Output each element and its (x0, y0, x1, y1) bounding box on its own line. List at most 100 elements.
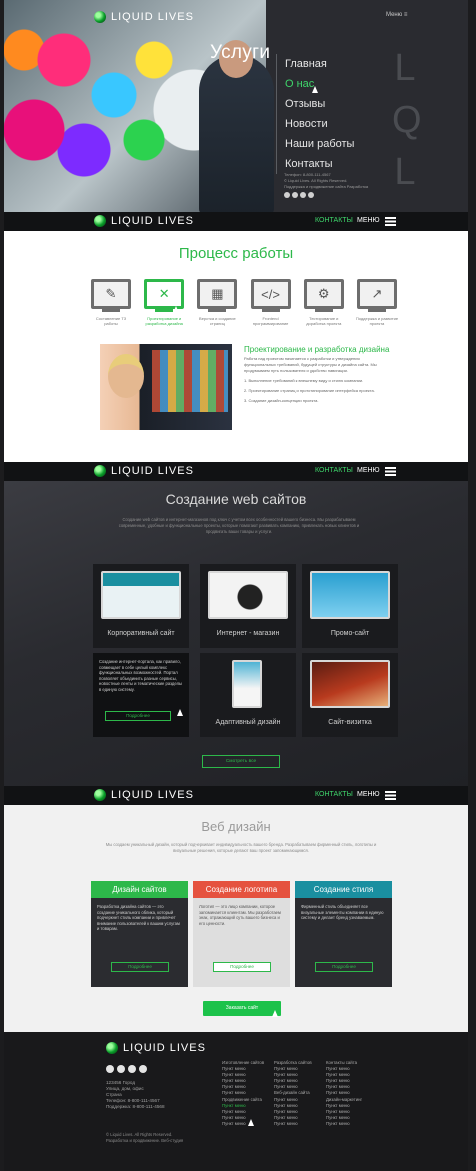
vk-icon[interactable] (117, 1065, 125, 1073)
page: LIQUID LIVES Услуги Меню ≡ Главная О нас… (4, 0, 468, 1171)
layout-icon: ▦ (197, 279, 238, 309)
step-layout[interactable]: ▦ Верстка и создание страниц (195, 279, 239, 326)
card-text: Разработка дизайна сайтов — это создание… (97, 904, 180, 932)
process-steps: ✎ Составление ТЗ работы ✕ Проектирование… (89, 279, 399, 326)
contacts-link[interactable]: КОНТАКТЫ (315, 467, 353, 474)
hamburger-icon[interactable] (385, 791, 396, 800)
tile-adaptive[interactable]: Адаптивный дизайн (200, 653, 296, 737)
step-label: Верстка и создание страниц (199, 316, 236, 326)
mouse-cursor-icon (177, 709, 183, 716)
copyright-line: © Liquid Lives. All Rights Reserved. (106, 1132, 173, 1137)
details-button[interactable]: Подробнее (213, 962, 271, 972)
hero-contacts: Телефон: 8-800-111-4567 © Liquid Lives. … (284, 172, 368, 190)
facebook-icon[interactable] (106, 1065, 114, 1073)
nav-item-works[interactable]: Наши работы (277, 134, 364, 154)
monogram-letter: Q (392, 99, 422, 141)
design-paragraph: Работа над проектом начинается с разрабо… (244, 356, 377, 373)
nav-item-about[interactable]: О нас (277, 74, 364, 94)
step-code[interactable]: </> Frontend программирование (249, 279, 293, 326)
footer-link[interactable]: Пункт меню (274, 1121, 312, 1127)
tile-caption: Интернет - магазин (216, 630, 280, 637)
webdesign-title: Веб дизайн (201, 819, 271, 834)
nav-item-news[interactable]: Новости (277, 114, 364, 134)
hero-logo[interactable]: LIQUID LIVES (94, 11, 194, 23)
step-testing[interactable]: ⚙ Тестирование и доработка проекта (302, 279, 346, 326)
adaptive-preview-image (232, 660, 262, 708)
details-button[interactable]: Подробнее (315, 962, 373, 972)
bar-logo[interactable]: LIQUID LIVES (94, 789, 194, 801)
tile-promo[interactable]: Промо-сайт (302, 564, 398, 648)
tile-card-site[interactable]: Сайт-визитка (302, 653, 398, 737)
hamburger-icon[interactable] (385, 217, 396, 226)
menu-link[interactable]: МЕНЮ (357, 217, 380, 224)
twitter-icon[interactable] (139, 1065, 147, 1073)
twitter-icon[interactable] (308, 192, 314, 198)
monogram-letter: L (394, 151, 416, 193)
logo-icon (94, 465, 106, 477)
hero-person-image (199, 55, 274, 212)
tile-portal-hover[interactable]: Создание интернет-портала, как правило, … (93, 653, 189, 737)
vk-icon[interactable] (292, 192, 298, 198)
instagram-icon[interactable] (128, 1065, 136, 1073)
card-body: Разработка дизайна сайтов — это создание… (91, 898, 188, 987)
card-text: Фирменный стиль объединяет все визуальны… (301, 904, 384, 921)
section-nav-bar: LIQUID LIVES КОНТАКТЫ МЕНЮ (4, 786, 468, 805)
card-body: Логотип — это лицо компании, которое зап… (193, 898, 290, 987)
section-nav-bar: LIQUID LIVES КОНТАКТЫ МЕНЮ (4, 462, 468, 481)
facebook-icon[interactable] (284, 192, 290, 198)
tile-caption: Адаптивный дизайн (215, 719, 281, 726)
mouse-cursor-icon (272, 1010, 278, 1017)
step-label: Поддержка и развитие проекта (355, 316, 399, 326)
footer-copyright: © Liquid Lives. All Rights Reserved. Раз… (106, 1132, 183, 1143)
tile-shop[interactable]: Интернет - магазин (200, 564, 296, 648)
document-icon: ✎ (91, 279, 131, 309)
nav-item-contacts[interactable]: Контакты (277, 154, 364, 174)
lql-monogram: L Q L (392, 42, 422, 198)
order-site-button[interactable]: Заказать сайт (203, 1001, 281, 1016)
card-style: Создание стиля Фирменный стиль объединяе… (295, 881, 392, 987)
monitor-stand (208, 309, 227, 312)
footer-link[interactable]: Пункт меню (326, 1121, 362, 1127)
step-design[interactable]: ✕ Проектирование и разработка дизайна (142, 279, 186, 326)
step-label: Составление ТЗ работы (95, 316, 127, 326)
footer-link[interactable]: Продвижение сайта (222, 1097, 264, 1103)
card-body: Фирменный стиль объединяет все визуальны… (295, 898, 392, 987)
hamburger-icon[interactable] (385, 467, 396, 476)
tile-corporate[interactable]: Корпоративный сайт (93, 564, 189, 648)
see-all-button[interactable]: Смотреть все (202, 755, 280, 768)
monitor-stand (367, 309, 386, 312)
tile-hover-text: Создание интернет-портала, как правило, … (99, 659, 183, 692)
footer-link[interactable]: Веб-дизайн сайта (274, 1090, 312, 1096)
top-nav-bar: LIQUID LIVES КОНТАКТЫ МЕНЮ (4, 212, 468, 231)
logo-icon (94, 789, 106, 801)
contacts-link[interactable]: КОНТАКТЫ (315, 217, 353, 224)
card-site-design: Дизайн сайтов Разработка дизайна сайтов … (91, 881, 188, 987)
hero-title: Услуги (210, 42, 271, 63)
menu-link[interactable]: МЕНЮ (357, 791, 380, 798)
bar-logo[interactable]: LIQUID LIVES (94, 215, 194, 227)
design-title: Проектирование и разработка дизайна (244, 345, 390, 354)
mouse-cursor-icon (312, 86, 318, 93)
footer-logo[interactable]: LIQUID LIVES (106, 1042, 206, 1054)
mouse-cursor-icon (248, 1119, 254, 1126)
footer: LIQUID LIVES 123456 Город Улица, дом, оф… (4, 1032, 468, 1171)
menu-link[interactable]: МЕНЮ (357, 467, 380, 474)
nav-item-reviews[interactable]: Отзывы (277, 94, 364, 114)
details-button[interactable]: Подробнее (111, 962, 169, 972)
step-label: Frontend программирование (252, 316, 289, 326)
hero-menu-button[interactable]: Меню ≡ (386, 12, 407, 18)
monitor-stand (314, 309, 333, 312)
nav-item-home[interactable]: Главная (277, 54, 364, 74)
webdesign-section: Веб дизайн Мы создаем уникальный дизайн,… (4, 805, 468, 1032)
footer-link[interactable]: Дизайн-маркетинг (326, 1097, 362, 1103)
bar-logo[interactable]: LIQUID LIVES (94, 465, 194, 477)
chart-icon: ↗ (356, 279, 397, 309)
instagram-icon[interactable] (300, 192, 306, 198)
step-support[interactable]: ↗ Поддержка и развитие проекта (355, 279, 399, 326)
gear-icon: ⚙ (303, 279, 344, 309)
contacts-link[interactable]: КОНТАКТЫ (315, 791, 353, 798)
step-spec[interactable]: ✎ Составление ТЗ работы (89, 279, 133, 326)
footer-link[interactable]: Пункт меню (222, 1121, 264, 1127)
details-button[interactable]: Подробнее (105, 711, 171, 721)
card-site-preview-image (310, 660, 390, 708)
